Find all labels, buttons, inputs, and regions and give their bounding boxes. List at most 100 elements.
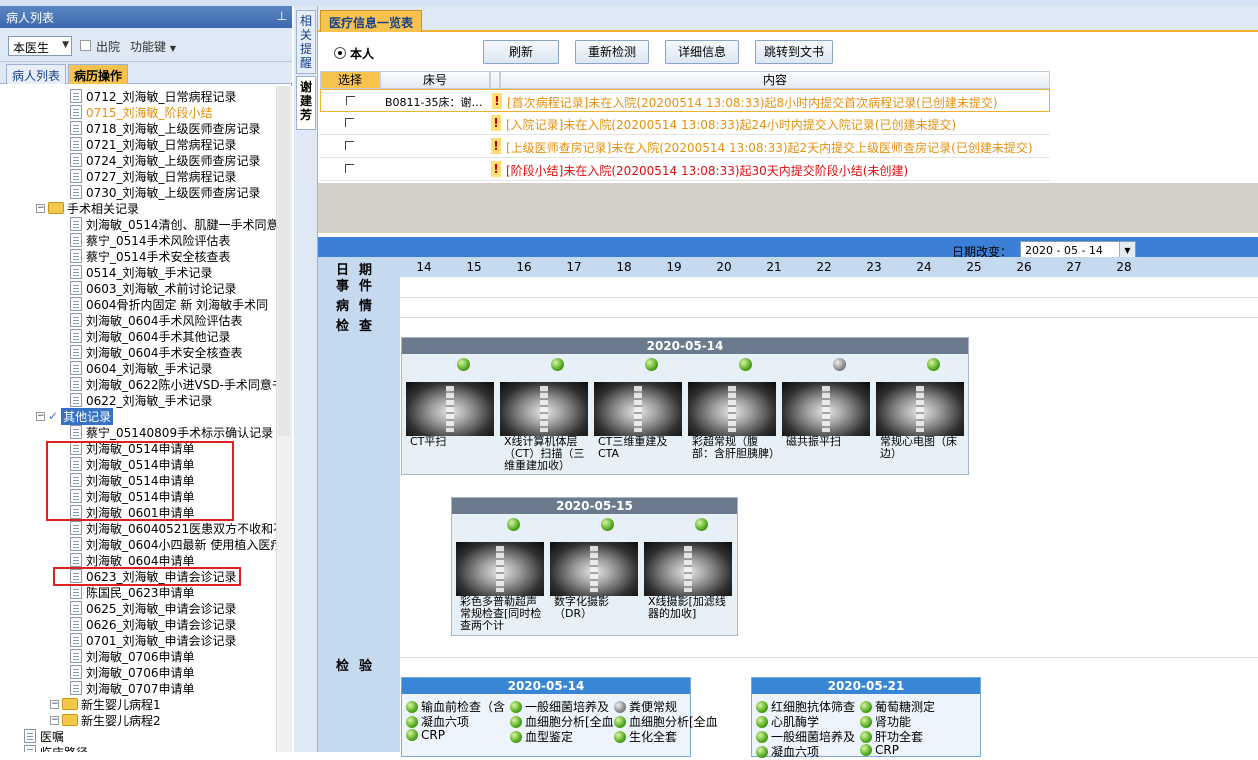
tree-item[interactable]: 刘海敏_0604小四最新 使用植入医疗 [70,536,276,552]
xray-thumbnail[interactable] [500,382,588,436]
tree-item[interactable]: 刘海敏_0706申请单 [70,664,195,680]
document-icon [70,601,82,615]
exam-item-label[interactable]: 常规心电图（床边） [880,436,966,472]
divider [400,297,1258,298]
tree-item[interactable]: − ✓ 其他记录 [36,407,114,425]
xray-thumbnail[interactable] [456,542,544,596]
tree-item-label: 其他记录 [61,407,114,425]
status-dot-icon [756,730,768,743]
tree-scrollbar-thumb[interactable] [278,86,290,436]
tree-item[interactable]: 0721_刘海敏_日常病程记录 [70,136,237,152]
chevron-down-icon: ▼ [62,40,69,50]
tree-item[interactable]: − 手术相关记录 [36,200,139,216]
xray-thumbnail[interactable] [550,542,638,596]
lab-card: 2020-05-14 输血前检查（含 一般细菌培养及 粪便常规 凝血六项 血细胞分析[全血… [401,677,718,757]
tab-patient-name[interactable]: 谢建芳 [296,76,316,130]
xray-thumbnail[interactable] [594,382,682,436]
tree-item[interactable]: 蔡宁_0514手术风险评估表 [70,232,231,248]
tree-item[interactable]: 0701_刘海敏_申请会诊记录 [70,632,237,648]
lab-item[interactable]: CRP [406,728,445,742]
tree-item[interactable]: 刘海敏_06040521医患双方不收和不 [70,520,276,536]
exam-item-label[interactable]: X线摄影[加滤线器的加收] [648,596,734,632]
jump-to-document-button[interactable]: 跳转到文书 [755,40,833,64]
tree-item[interactable]: − 新生婴儿病程1 [50,696,161,712]
function-key-menu[interactable]: 功能键 ▼ [130,38,176,55]
tree-item[interactable]: 医嘱 [24,728,64,744]
exam-item-label[interactable]: 数字化摄影（DR） [554,596,640,632]
document-icon [70,633,82,647]
xray-thumbnail[interactable] [688,382,776,436]
tree-item[interactable]: 0730_刘海敏_上级医师查房记录 [70,184,261,200]
tree-item[interactable]: 0712_刘海敏_日常病程记录 [70,88,237,104]
tree-item[interactable]: 蔡宁_0514手术安全核查表 [70,248,231,264]
tab-patient-list[interactable]: 病人列表 [6,64,67,84]
row-checkbox[interactable] [345,141,354,150]
tree-item[interactable]: 刘海敏_0707申请单 [70,680,195,696]
table-row[interactable]: ! [上级医师查房记录]未在入院(20200514 13:08:33)起2天内提交… [320,135,1050,158]
tree-item[interactable]: 刘海敏_0604申请单 [70,552,195,568]
tree-item[interactable]: 0514_刘海敏_手术记录 [70,264,213,280]
tree-item[interactable]: 临床路径 [24,744,88,752]
table-row[interactable]: B0811-35床：谢…! [首次病程记录]未在入院(20200514 13:08… [320,89,1050,112]
column-bed[interactable]: 床号 [380,71,490,89]
row-checkbox[interactable] [345,118,354,127]
tree-item[interactable]: 0718_刘海敏_上级医师查房记录 [70,120,261,136]
exam-item-label[interactable]: CT平扫 [410,436,496,472]
tree-item[interactable]: 刘海敏_0604手术风险评估表 [70,312,243,328]
tree-item[interactable]: 刘海敏_0622陈小进VSD-手术同意书 [70,376,276,392]
exam-item-label[interactable]: CT三维重建及CTA [598,436,684,472]
column-content[interactable]: 内容 [500,71,1050,89]
xray-thumbnail[interactable] [406,382,494,436]
tree-item[interactable]: 刘海敏_0514清创、肌腱一手术同意 [70,216,276,232]
table-row[interactable]: ! [阶段小结]未在入院(20200514 13:08:33)起30天内提交阶段小… [320,158,1050,181]
tab-record-ops[interactable]: 病历操作 [68,64,129,84]
collapse-icon[interactable]: − [36,411,45,421]
lab-item[interactable]: 血型鉴定 [510,728,573,745]
table-row[interactable]: ! [入院记录]未在入院(20200514 13:08:33)起24小时内提交入院… [320,112,1050,135]
tab-related-reminders[interactable]: 相关提醒 [296,10,316,74]
exam-item-label[interactable]: X线计算机体层（CT）扫描（三维重建加收） [504,436,590,472]
exam-item-label[interactable]: 彩超常规（腹部：含肝胆胰脾） [692,436,778,472]
self-radio[interactable] [334,47,346,59]
tree-item[interactable]: 刘海敏_0604手术其他记录 [70,328,231,344]
refresh-button[interactable]: 刷新 [483,40,559,64]
lab-item[interactable]: 生化全套 [614,728,677,745]
tree-item[interactable]: 0727_刘海敏_日常病程记录 [70,168,237,184]
tree-item[interactable]: 0724_刘海敏_上级医师查房记录 [70,152,261,168]
discharge-checkbox[interactable] [80,40,91,51]
pin-icon[interactable]: ⊥ [277,9,287,23]
xray-thumbnail[interactable] [644,542,732,596]
exam-item-label[interactable]: 彩色多普勒超声常规检查[同时检查两个计 [460,596,546,632]
tree-item[interactable]: 刘海敏_0604手术安全核查表 [70,344,243,360]
tree-item[interactable]: 刘海敏_0706申请单 [70,648,195,664]
tree-item[interactable]: 0604_刘海敏_手术记录 [70,360,213,376]
lab-item[interactable]: CRP [860,743,899,757]
day-label: 19 [666,260,682,274]
details-button[interactable]: 详细信息 [665,40,739,64]
tree-item[interactable]: 陈国民_0623申请单 [70,584,195,600]
document-icon [70,169,82,183]
doctor-select[interactable]: 本医生 ▼ [8,36,72,56]
exam-item-label[interactable]: 磁共振平扫 [786,436,872,472]
tree-item[interactable]: 蔡宁_05140809手术标示确认记录 [70,424,273,440]
lab-item-label: 血型鉴定 [525,730,574,744]
column-select[interactable]: 选择 [320,71,380,89]
tree-item[interactable]: 0625_刘海敏_申请会诊记录 [70,600,237,616]
row-checkbox[interactable] [345,164,354,173]
collapse-icon[interactable]: − [50,699,59,709]
tree-item[interactable]: 0626_刘海敏_申请会诊记录 [70,616,237,632]
tree-item[interactable]: 0604骨折内固定 新 刘海敏手术同 [70,296,268,312]
row-checkbox[interactable] [346,96,355,105]
tree-item[interactable]: 0603_刘海敏_术前讨论记录 [70,280,237,296]
collapse-icon[interactable]: − [50,715,59,725]
collapse-icon[interactable]: − [36,203,45,213]
recheck-button[interactable]: 重新检测 [575,40,649,64]
tree-item-label: 0514_刘海敏_手术记录 [86,265,213,280]
tab-medical-overview[interactable]: 医疗信息一览表 [320,10,423,32]
tree-item[interactable]: − 新生婴儿病程2 [50,712,161,728]
tree-item[interactable]: 0622_刘海敏_手术记录 [70,392,213,408]
xray-thumbnail[interactable] [876,382,964,436]
folder-icon [48,202,64,214]
tree-item[interactable]: 0715_刘海敏_阶段小结 [70,104,213,120]
xray-thumbnail[interactable] [782,382,870,436]
